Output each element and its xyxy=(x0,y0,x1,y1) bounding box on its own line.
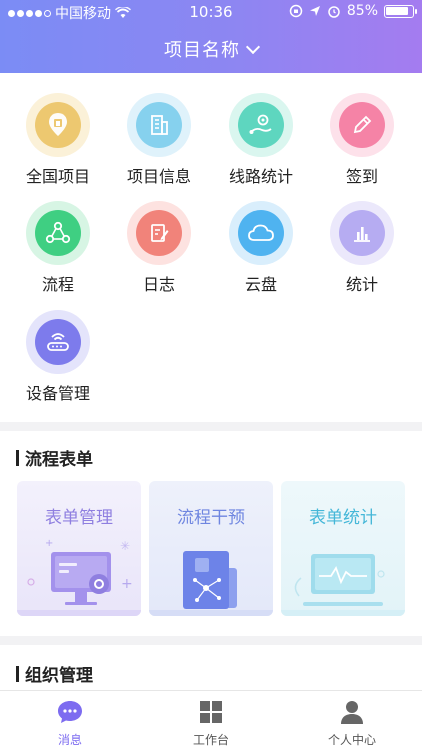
icon-ring xyxy=(26,201,90,265)
icon-ring xyxy=(26,93,90,157)
section-marker xyxy=(16,449,19,466)
form-manage-illustration: + ✳ + xyxy=(17,538,141,616)
grid-item-device-management[interactable]: 设备管理 xyxy=(8,310,108,404)
flow-intervene-illustration xyxy=(149,551,273,616)
card-form-management[interactable]: 表单管理 + ✳ + xyxy=(17,481,141,616)
grid-item-label: 线路统计 xyxy=(228,167,293,186)
grid-item-label: 签到 xyxy=(345,167,378,186)
building-icon xyxy=(136,102,182,148)
tab-bar: 消息 工作台 个人中心 xyxy=(0,690,422,750)
icon-ring xyxy=(229,93,293,157)
svg-text:✳: ✳ xyxy=(120,539,130,553)
grid-item-route-stats[interactable]: 线路统计 xyxy=(211,93,311,187)
grid-item-label: 项目信息 xyxy=(126,167,191,186)
section-title-org: 组织管理 xyxy=(16,661,93,686)
icon-ring xyxy=(26,310,90,374)
icon-ring xyxy=(330,93,394,157)
rotation-lock-icon xyxy=(289,4,303,18)
svg-text:+: + xyxy=(45,538,53,549)
grid-item-label: 设备管理 xyxy=(25,384,90,403)
grid-item-label: 日志 xyxy=(142,275,175,294)
battery-icon xyxy=(384,4,417,18)
tab-label: 工作台 xyxy=(192,733,229,747)
grid-item-label: 全国项目 xyxy=(25,167,90,186)
tab-messages[interactable]: 消息 xyxy=(0,699,140,748)
bar-chart-icon xyxy=(339,210,385,256)
pencil-icon xyxy=(339,102,385,148)
icon-ring xyxy=(229,201,293,265)
grid-item-project-info[interactable]: 项目信息 xyxy=(109,93,209,187)
alarm-icon xyxy=(328,6,340,18)
grid-item-journal[interactable]: 日志 xyxy=(109,201,209,295)
grid-item-statistics[interactable]: 统计 xyxy=(312,201,412,295)
tab-label: 消息 xyxy=(57,733,82,747)
journal-icon xyxy=(136,210,182,256)
icon-ring xyxy=(330,201,394,265)
battery-percent: 85% xyxy=(346,3,378,19)
location-arrow-icon xyxy=(309,6,320,16)
grid-item-cloud-drive[interactable]: 云盘 xyxy=(211,201,311,295)
section-divider xyxy=(0,422,422,431)
location-icon xyxy=(35,102,81,148)
workflow-cards: 表单管理 + ✳ + 流程干预 表单统计 xyxy=(17,481,405,616)
chevron-down-icon xyxy=(245,39,261,55)
icon-ring xyxy=(127,201,191,265)
grid-item-label: 流程 xyxy=(41,275,74,294)
header-bar: 中国移动 10:36 85% 项目名称 xyxy=(0,0,422,73)
tab-label: 个人中心 xyxy=(327,733,376,747)
section-divider xyxy=(0,636,422,645)
flow-icon xyxy=(35,210,81,256)
grid-item-label: 云盘 xyxy=(244,275,277,294)
icon-ring xyxy=(127,93,191,157)
route-icon xyxy=(238,102,284,148)
card-label: 流程干预 xyxy=(177,508,245,528)
message-icon xyxy=(58,701,82,723)
cloud-icon xyxy=(238,210,284,256)
card-label: 表单统计 xyxy=(309,508,377,528)
section-marker xyxy=(16,665,19,682)
grid-item-national-projects[interactable]: 全国项目 xyxy=(8,93,108,187)
card-flow-intervention[interactable]: 流程干预 xyxy=(149,481,273,616)
grid-item-sign-in[interactable]: 签到 xyxy=(312,93,412,187)
dashboard-icon xyxy=(200,701,222,723)
card-form-statistics[interactable]: 表单统计 xyxy=(281,481,405,616)
svg-text:+: + xyxy=(121,576,133,592)
router-icon xyxy=(35,319,81,365)
tab-profile[interactable]: 个人中心 xyxy=(282,699,422,748)
person-icon xyxy=(341,701,363,724)
section-title-text: 流程表单 xyxy=(25,450,93,470)
form-stats-illustration xyxy=(281,554,405,616)
grid-item-label: 统计 xyxy=(345,275,378,294)
page-title: 项目名称 xyxy=(164,40,240,61)
tab-dashboard[interactable]: 工作台 xyxy=(141,699,281,748)
section-title-workflow: 流程表单 xyxy=(16,445,93,470)
project-selector[interactable]: 项目名称 xyxy=(0,36,422,62)
status-right: 85% xyxy=(289,3,417,19)
grid-item-workflow[interactable]: 流程 xyxy=(8,201,108,295)
section-title-text: 组织管理 xyxy=(25,666,93,686)
status-bar: 中国移动 10:36 85% xyxy=(0,0,422,24)
card-label: 表单管理 xyxy=(45,508,113,528)
